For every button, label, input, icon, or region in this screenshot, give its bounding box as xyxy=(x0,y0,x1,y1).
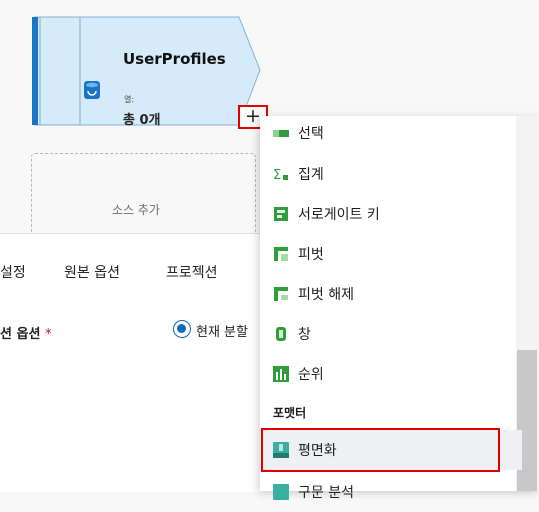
aggregate-icon: Σ xyxy=(273,168,288,182)
menu-item-parse[interactable]: 구문 분석 xyxy=(260,472,522,512)
parse-icon xyxy=(273,484,289,500)
menu-item-label: 구문 분석 xyxy=(298,485,354,501)
tab-source-options[interactable]: 원본 옵션 xyxy=(64,262,120,282)
menu-item-surrogate-key[interactable]: 서로게이트 키 xyxy=(260,194,522,234)
pivot-icon xyxy=(274,247,288,261)
menu-item-label: 피벗 해제 xyxy=(298,287,354,303)
partition-option-text: 션 옵션 xyxy=(0,327,41,342)
menu-item-rank[interactable]: 순위 xyxy=(260,354,522,394)
node-title: UserProfiles xyxy=(123,50,226,68)
required-indicator: * xyxy=(44,327,52,342)
transformation-menu: 선택 Σ 집계 서로게이트 키 피벗 피벗 해제 창 순위 포맷터 평면화 구문… xyxy=(260,113,539,501)
menu-item-label: 집계 xyxy=(298,167,324,183)
svg-text:Σ: Σ xyxy=(273,168,281,182)
menu-item-pivot[interactable]: 피벗 xyxy=(260,234,522,274)
add-source-label: 소스 추가 xyxy=(112,203,160,217)
select-icon xyxy=(273,130,289,137)
tab-settings[interactable]: 설정 xyxy=(0,262,26,282)
database-icon xyxy=(84,81,100,99)
menu-item-window[interactable]: 창 xyxy=(260,314,522,354)
menu-item-label: 선택 xyxy=(298,126,324,142)
window-icon xyxy=(276,327,286,341)
partition-option-label: 션 옵션 * xyxy=(0,323,51,342)
surrogate-key-icon xyxy=(274,207,288,221)
formatter-section-header: 포맷터 xyxy=(273,406,307,420)
current-partition-label: 현재 분할 xyxy=(196,325,248,340)
menu-item-select[interactable]: 선택 xyxy=(260,113,522,153)
menu-item-label: 순위 xyxy=(298,367,324,383)
current-partition-radio[interactable] xyxy=(173,320,191,338)
menu-item-label: 서로게이트 키 xyxy=(298,207,380,223)
settings-panel: 설정 원본 옵션 프로젝션 션 옵션 * 현재 분할 xyxy=(0,233,262,492)
selected-item-highlight xyxy=(261,428,500,472)
node-columns-label: 열: xyxy=(124,95,135,104)
node-column-count: 총 0개 xyxy=(123,113,161,128)
unpivot-icon xyxy=(274,287,288,301)
tab-projection[interactable]: 프로젝션 xyxy=(166,262,218,282)
source-node-userprofiles[interactable]: UserProfiles 열: 총 0개 xyxy=(31,16,261,128)
menu-item-label: 피벗 xyxy=(298,247,324,263)
rank-icon xyxy=(273,366,289,382)
menu-item-label: 창 xyxy=(298,327,311,343)
menu-item-aggregate[interactable]: Σ 집계 xyxy=(260,154,522,194)
menu-item-unpivot[interactable]: 피벗 해제 xyxy=(260,274,522,314)
